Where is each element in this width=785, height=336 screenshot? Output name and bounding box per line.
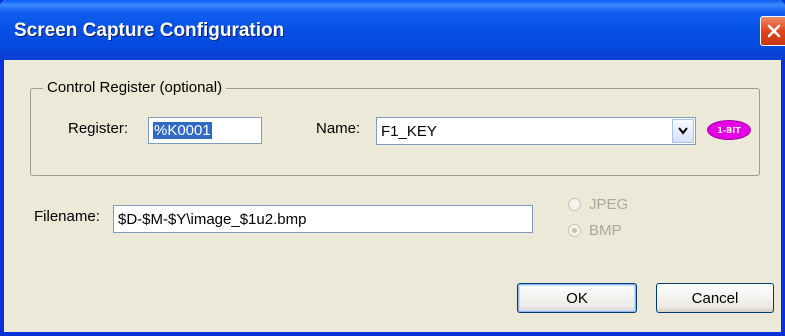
register-input[interactable]: %K0001 <box>148 117 262 144</box>
name-combobox[interactable]: F1_KEY <box>376 117 696 145</box>
radio-jpeg-label: JPEG <box>589 196 629 213</box>
radio-bmp[interactable]: BMP <box>568 222 622 239</box>
radio-jpeg[interactable]: JPEG <box>568 196 628 213</box>
window-title: Screen Capture Configuration <box>14 20 285 41</box>
title-bar[interactable]: Screen Capture Configuration <box>0 0 785 60</box>
register-label: Register: <box>68 120 129 137</box>
cancel-button[interactable]: Cancel <box>656 283 774 313</box>
dropdown-button[interactable] <box>672 119 694 143</box>
filename-input[interactable]: $D-$M-$Y\image_$1u2.bmp <box>113 205 533 233</box>
name-label: Name: <box>316 120 361 137</box>
radio-jpeg-circle <box>568 198 581 211</box>
close-button[interactable] <box>760 16 785 46</box>
group-legend: Control Register (optional) <box>43 79 227 96</box>
name-value: F1_KEY <box>381 123 437 140</box>
close-icon <box>767 24 781 38</box>
bit-type-badge: 1-BIT <box>707 120 751 140</box>
register-value: %K0001 <box>153 122 212 139</box>
ok-button[interactable]: OK <box>517 283 637 313</box>
chevron-down-icon <box>678 127 688 135</box>
radio-bmp-circle <box>568 224 581 237</box>
filename-label: Filename: <box>34 208 100 225</box>
radio-bmp-label: BMP <box>589 222 622 239</box>
filename-value: $D-$M-$Y\image_$1u2.bmp <box>118 210 307 228</box>
